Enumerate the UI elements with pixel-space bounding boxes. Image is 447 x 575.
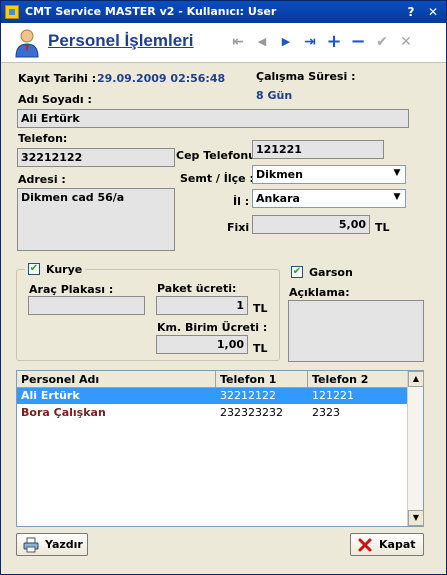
fixi-field[interactable]: 5,00 [252,215,370,234]
cell-name: Ali Ertürk [21,389,80,402]
paket-ucreti-unit: TL [253,302,268,315]
garson-label: Garson [309,266,353,279]
page-title: Personel İşlemleri [48,31,194,50]
print-button-label: Yazdır [45,538,83,551]
il-label: İl : [233,195,250,208]
telefon-field[interactable]: 32212122 [17,148,175,167]
kayit-tarihi-value: 29.09.2009 02:56:48 [97,72,226,85]
aciklama-label: Açıklama: [289,286,350,299]
km-birim-field[interactable]: 1,00 [156,335,248,354]
cancel-icon[interactable]: ✕ [397,33,415,51]
confirm-icon[interactable]: ✔ [373,33,391,51]
window-title: CMT Service MASTER v2 - Kullanıcı: User [25,5,277,18]
km-birim-label: Km. Birim Ücreti : [157,321,268,334]
scroll-up-icon[interactable]: ▲ [408,371,424,387]
last-record-icon[interactable]: ⇥ [301,33,319,51]
close-window-button[interactable]: ✕ [425,4,441,20]
semt-ilce-select[interactable]: Dikmen ▼ [252,165,406,184]
column-header-personel-adi[interactable]: Personel Adı [17,371,216,388]
header: Personel İşlemleri ⇤ ◀ ▶ ⇥ + − ✔ ✕ [1,23,446,63]
next-record-icon[interactable]: ▶ [277,33,295,51]
first-record-icon[interactable]: ⇤ [229,33,247,51]
semt-ilce-value: Dikmen [256,168,303,181]
close-button[interactable]: Kapat [350,533,424,556]
garson-checkbox[interactable]: ✔ [291,266,303,278]
delete-icon[interactable]: − [349,33,367,51]
cell-tel1: 32212122 [220,389,276,402]
calisma-suresi-value: 8 Gün [256,89,293,102]
cell-tel1: 232323232 [220,406,283,419]
paket-ucreti-label: Paket ücreti: [157,282,237,295]
grid-header: Personel Adı Telefon 1 Telefon 2 [17,371,407,388]
il-value: Ankara [256,192,300,205]
arac-plakasi-label: Araç Plakası : [29,283,114,296]
column-header-telefon-2[interactable]: Telefon 2 [308,371,407,388]
grid-scrollbar[interactable]: ▲ ▼ [407,371,424,526]
cep-telefonu-field[interactable]: 121221 [252,140,384,159]
adi-soyadi-field[interactable]: Ali Ertürk [17,109,409,128]
add-icon[interactable]: + [325,33,343,51]
printer-icon [23,537,39,553]
chevron-down-icon[interactable]: ▼ [389,166,405,183]
paket-ucreti-field[interactable]: 1 [156,296,248,315]
table-row[interactable]: Ali Ertürk 32212122 121221 [17,388,407,404]
adresi-field[interactable]: Dikmen cad 56/a [17,188,175,251]
adresi-label: Adresi : [18,173,66,186]
telefon-label: Telefon: [18,132,68,145]
help-button[interactable]: ? [403,4,419,20]
kurye-checkbox[interactable]: ✔ [28,263,40,275]
column-header-telefon-1[interactable]: Telefon 1 [216,371,308,388]
print-button[interactable]: Yazdır [16,533,88,556]
personel-grid: Personel Adı Telefon 1 Telefon 2 Ali Ert… [16,370,424,527]
km-birim-unit: TL [253,342,268,355]
cell-tel2: 2323 [312,406,340,419]
close-icon [358,538,372,552]
main-window: CMT Service MASTER v2 - Kullanıcı: User … [0,0,447,575]
cell-name: Bora Çalışkan [21,406,106,419]
aciklama-field[interactable] [288,300,424,362]
cell-tel2: 121221 [312,389,354,402]
person-icon [15,29,39,58]
semt-ilce-label: Semt / İlçe : [180,172,254,185]
kurye-label: Kurye [46,263,83,276]
il-select[interactable]: Ankara ▼ [252,189,406,208]
chevron-down-icon[interactable]: ▼ [389,190,405,207]
title-bar: CMT Service MASTER v2 - Kullanıcı: User … [1,1,446,23]
scroll-down-icon[interactable]: ▼ [408,510,424,526]
prev-record-icon[interactable]: ◀ [253,33,271,51]
cep-telefonu-label: Cep Telefonu: [176,149,261,162]
close-button-label: Kapat [379,538,416,551]
app-icon [5,5,19,19]
kayit-tarihi-label: Kayıt Tarihi : [18,72,97,85]
fixi-unit: TL [375,221,390,234]
adi-soyadi-label: Adı Soyadı : [18,93,92,106]
table-row[interactable]: Bora Çalışkan 232323232 2323 [17,405,407,421]
calisma-suresi-label: Çalışma Süresi : [256,70,356,83]
arac-plakasi-field[interactable] [28,296,145,315]
